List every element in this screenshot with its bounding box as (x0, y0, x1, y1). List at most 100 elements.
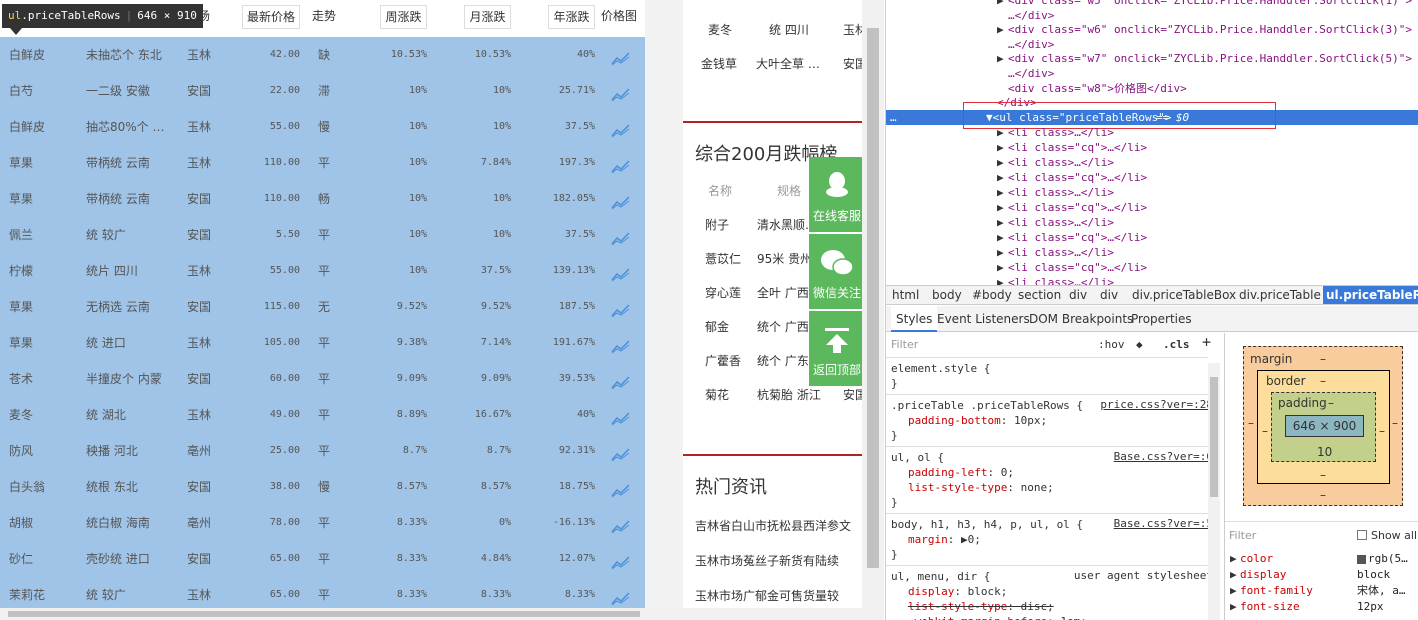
table-row[interactable]: 苍术 半撞皮个 内蒙 安国 60.00 平 9.09% 9.09% 39.53% (0, 361, 645, 397)
add-rule-icon[interactable]: + (1202, 335, 1211, 350)
computed-property[interactable]: ▶ font-family 宋体, a… (1230, 583, 1418, 599)
diamond-icon[interactable]: ◆ (1136, 337, 1143, 352)
breadcrumb-item[interactable]: html (892, 286, 919, 304)
dom-node[interactable]: ▶ <li class>…</li> (886, 185, 1418, 200)
dom-node[interactable]: …</div> (886, 37, 1418, 52)
breadcrumb-item[interactable]: div.priceTable (1239, 286, 1321, 304)
dom-node[interactable]: …</div> (886, 8, 1418, 23)
css-declaration[interactable]: padding-bottom: 10px; (908, 413, 1047, 428)
table-row[interactable]: 砂仁 壳砂统 进口 安国 65.00 平 8.33% 4.84% 12.07% (0, 541, 645, 577)
breadcrumb-item[interactable]: div (1069, 286, 1087, 304)
expand-arrow-icon[interactable]: ▶ (1230, 599, 1237, 615)
styles-scrollbar[interactable] (1208, 363, 1220, 620)
expand-arrow-icon[interactable]: ▶ (997, 200, 1004, 215)
breadcrumb-item[interactable]: div.priceTableBox (1132, 286, 1236, 304)
back-to-top-button[interactable]: 返回顶部 (809, 311, 865, 386)
dom-node[interactable]: ▶ <li class>…</li> (886, 215, 1418, 230)
scroll-thumb[interactable] (8, 611, 640, 617)
dom-node[interactable]: ▶ <li class>…</li> (886, 125, 1418, 140)
list-item[interactable]: 广藿香 (705, 352, 741, 369)
table-row[interactable]: 白鲜皮 抽芯80%个 … 玉林 55.00 慢 10% 10% 37.5% (0, 109, 645, 145)
breadcrumb-item[interactable]: div (1100, 286, 1118, 304)
rule-source-link[interactable]: Base.css?ver=:6 (1114, 450, 1213, 463)
computed-filter-input[interactable]: Filter (1229, 528, 1256, 543)
expand-arrow-icon[interactable]: ▶ (997, 245, 1004, 260)
scroll-thumb[interactable] (1210, 377, 1218, 497)
styles-filter-input[interactable]: Filter (891, 337, 918, 352)
page-vertical-scrollbar[interactable] (862, 0, 884, 620)
news-item[interactable]: 玉林市场菟丝子新货有陆续 (695, 552, 839, 569)
dom-node[interactable]: ▶ <li class="cq">…</li> (886, 230, 1418, 245)
dom-node[interactable]: ▶ <li class>…</li> (886, 275, 1418, 285)
table-row[interactable]: 白鲜皮 未抽芯个 东北 玉林 42.00 缺 10.53% 10.53% 40% (0, 37, 645, 73)
news-item[interactable]: 玉林市场广郁金可售货量较 (695, 587, 839, 604)
list-item[interactable]: 附子 (705, 216, 729, 233)
dom-node[interactable]: ▶ <li class>…</li> (886, 245, 1418, 260)
css-declaration[interactable]: display: block; (908, 584, 1007, 599)
tab-dom-breakpoints[interactable]: DOM Breakpoints (1024, 306, 1138, 332)
expand-arrow-icon[interactable]: ▶ (1230, 551, 1237, 567)
dom-node[interactable]: ▶ <li class="cq">…</li> (886, 140, 1418, 155)
expand-arrow-icon[interactable]: ▶ (997, 22, 1004, 37)
color-swatch[interactable] (1357, 555, 1366, 564)
computed-property[interactable]: ▶ font-size 12px (1230, 599, 1418, 615)
expand-arrow-icon[interactable]: ▶ (997, 215, 1004, 230)
table-row[interactable]: 白芍 一二级 安徽 安国 22.00 滞 10% 10% 25.71% (0, 73, 645, 109)
list-item[interactable]: 薏苡仁 (705, 250, 741, 267)
expand-arrow-icon[interactable]: ▶ (997, 275, 1004, 285)
list-item[interactable]: 郁金 (705, 318, 729, 335)
tab-properties[interactable]: Properties (1126, 306, 1197, 332)
table-row[interactable]: 草果 带柄统 云南 安国 110.00 畅 10% 10% 182.05% (0, 181, 645, 217)
css-declaration[interactable]: padding-left: 0; (908, 465, 1014, 480)
dom-node[interactable]: ▶ <div class="w7" onclick="ZYCLib.Price.H… (886, 51, 1418, 66)
expand-arrow-icon[interactable]: ▶ (997, 170, 1004, 185)
css-declaration[interactable]: list-style-type: none; (908, 480, 1054, 495)
cls-toggle[interactable]: .cls (1163, 337, 1190, 352)
computed-property[interactable]: ▶ color rgb(5… (1230, 551, 1418, 567)
breadcrumb-item[interactable]: body (932, 286, 962, 304)
rule-source-link[interactable]: price.css?ver=:28 (1100, 398, 1213, 411)
dom-node[interactable]: ▶ <li class="cq">…</li> (886, 200, 1418, 215)
scroll-thumb[interactable] (867, 28, 879, 568)
dom-node[interactable]: <div class="w8">价格图</div> (886, 81, 1418, 96)
expand-arrow-icon[interactable]: ▶ (997, 155, 1004, 170)
expand-arrow-icon[interactable]: ▶ (997, 185, 1004, 200)
expand-arrow-icon[interactable]: ▶ (997, 51, 1004, 66)
dom-node[interactable]: ▶ <div class="w6" onclick="ZYCLib.Price.H… (886, 22, 1418, 37)
table-row[interactable]: 草果 无柄选 云南 安国 115.00 无 9.52% 9.52% 187.5% (0, 289, 645, 325)
expand-arrow-icon[interactable]: ▶ (997, 140, 1004, 155)
table-row[interactable]: 防风 秧播 河北 亳州 25.00 平 8.7% 8.7% 92.31% (0, 433, 645, 469)
table-row[interactable]: 胡椒 统白椒 海南 亳州 78.00 平 8.33% 0% -16.13% (0, 505, 645, 541)
expand-arrow-icon[interactable]: ▶ (1230, 567, 1237, 583)
dom-node[interactable]: ▶ <li class>…</li> (886, 155, 1418, 170)
page-horizontal-scrollbar[interactable] (0, 608, 884, 620)
tab-styles[interactable]: Styles (891, 306, 938, 332)
expand-arrow-icon[interactable]: ▶ (997, 230, 1004, 245)
css-declaration[interactable]: list-style-type: disc; (908, 599, 1054, 614)
computed-property[interactable]: ▶ display block (1230, 567, 1418, 583)
rule-source-link[interactable]: Base.css?ver=:5 (1114, 517, 1213, 530)
header-latest-price[interactable]: 最新价格 (242, 5, 300, 29)
breadcrumb-item[interactable]: ul.priceTableRows (1323, 286, 1418, 304)
css-declaration[interactable]: margin: ▶0; (908, 532, 981, 547)
expand-arrow-icon[interactable]: ▶ (997, 260, 1004, 275)
header-year-change[interactable]: 年涨跌 (548, 5, 595, 29)
breadcrumb-item[interactable]: section (1018, 286, 1061, 304)
news-item[interactable]: 吉林省白山市抚松县西洋参文 (695, 517, 851, 534)
dom-node[interactable]: …</div> (886, 66, 1418, 81)
list-item[interactable]: 穿心莲 (705, 284, 741, 301)
breadcrumb-item[interactable]: #body (972, 286, 1012, 304)
header-month-change[interactable]: 月涨跌 (464, 5, 511, 29)
list-item[interactable]: 麦冬 (708, 21, 732, 38)
dom-node[interactable]: ▶ <li class="cq">…</li> (886, 170, 1418, 185)
header-trend[interactable]: 走势 (312, 5, 336, 29)
expand-arrow-icon[interactable]: ▶ (1230, 583, 1237, 599)
table-row[interactable]: 草果 带柄统 云南 玉林 110.00 平 10% 7.84% 197.3% (0, 145, 645, 181)
table-row[interactable]: 麦冬 统 湖北 玉林 49.00 平 8.89% 16.67% 40% (0, 397, 645, 433)
dom-node[interactable]: ▶ <li class="cq">…</li> (886, 260, 1418, 275)
table-row[interactable]: 佩兰 统 较广 安国 5.50 平 10% 10% 37.5% (0, 217, 645, 253)
list-item[interactable]: 金钱草 (701, 55, 737, 72)
list-item[interactable]: 菊花 (705, 386, 729, 403)
table-row[interactable]: 柠檬 统片 四川 玉林 55.00 平 10% 37.5% 139.13% (0, 253, 645, 289)
header-week-change[interactable]: 周涨跌 (380, 5, 427, 29)
